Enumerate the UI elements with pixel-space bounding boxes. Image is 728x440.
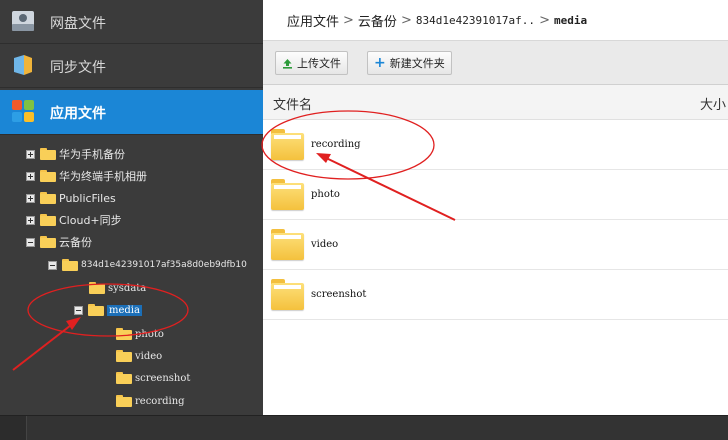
folder-icon bbox=[89, 282, 105, 294]
drive-icon bbox=[12, 11, 34, 31]
status-bar bbox=[0, 415, 728, 440]
upload-button[interactable]: 上传文件 bbox=[275, 51, 348, 75]
upload-label: 上传文件 bbox=[297, 57, 341, 70]
tree-item-media[interactable]: media bbox=[74, 300, 142, 320]
folder-icon bbox=[271, 279, 304, 310]
nav-label: 网盘文件 bbox=[50, 16, 106, 32]
table-header: 文件名 大小 bbox=[263, 85, 728, 120]
breadcrumb-current: media bbox=[553, 13, 588, 27]
file-name[interactable]: photo bbox=[311, 189, 340, 200]
nav-drive-files[interactable]: 网盘文件 bbox=[0, 0, 263, 44]
expand-icon[interactable] bbox=[26, 171, 35, 181]
folder-icon bbox=[116, 328, 132, 340]
folder-icon bbox=[40, 236, 56, 248]
breadcrumb-root[interactable]: 应用文件 bbox=[287, 11, 339, 30]
toolbar: 上传文件 + 新建文件夹 bbox=[263, 40, 728, 85]
expand-icon[interactable] bbox=[26, 149, 35, 159]
file-row-photo[interactable]: photo bbox=[263, 170, 728, 220]
file-name[interactable]: video bbox=[311, 239, 338, 250]
tree-item-video[interactable]: video bbox=[116, 346, 162, 366]
apps-icon bbox=[12, 100, 34, 122]
nav-app-files[interactable]: 应用文件 bbox=[0, 90, 263, 135]
folder-icon bbox=[271, 229, 304, 260]
expand-icon[interactable] bbox=[26, 215, 35, 225]
collapse-icon[interactable] bbox=[74, 305, 83, 315]
tree-item-publicfiles[interactable]: PublicFiles bbox=[26, 188, 116, 208]
breadcrumb-separator: > bbox=[343, 12, 354, 28]
breadcrumb-separator: > bbox=[539, 12, 550, 28]
tree-item-cloud-sync[interactable]: Cloud+同步 bbox=[26, 210, 122, 230]
tree-item-device-id[interactable]: 834d1e42391017af35a8d0eb9dfb10 bbox=[48, 255, 247, 275]
breadcrumb-device-id[interactable]: 834d1e42391017af.. bbox=[416, 14, 535, 27]
folder-icon bbox=[88, 304, 104, 316]
tree-item-cloud-backup[interactable]: 云备份 bbox=[26, 232, 92, 252]
tree-item-recording[interactable]: recording bbox=[116, 391, 185, 411]
folder-icon bbox=[40, 148, 56, 160]
nav-label: 同步文件 bbox=[50, 60, 106, 76]
status-bar-corner bbox=[0, 416, 27, 440]
expand-icon[interactable] bbox=[26, 193, 35, 203]
breadcrumb-separator: > bbox=[400, 12, 412, 28]
folder-icon bbox=[40, 214, 56, 226]
sidebar: 网盘文件 同步文件 应用文件 华为手机备份 华为终端手机相册 PublicFil… bbox=[0, 0, 263, 415]
plus-icon: + bbox=[374, 55, 386, 71]
new-folder-button[interactable]: + 新建文件夹 bbox=[367, 51, 452, 75]
breadcrumb: 应用文件 > 云备份 > 834d1e42391017af.. > media bbox=[263, 0, 728, 40]
folder-icon bbox=[271, 129, 304, 160]
collapse-icon[interactable] bbox=[26, 237, 35, 247]
new-folder-label: 新建文件夹 bbox=[389, 57, 445, 70]
upload-icon bbox=[283, 58, 292, 69]
folder-icon bbox=[40, 192, 56, 204]
file-row-screenshot[interactable]: screenshot bbox=[263, 270, 728, 320]
nav-sync-files[interactable]: 同步文件 bbox=[0, 44, 263, 88]
tree-item-huawei-album[interactable]: 华为终端手机相册 bbox=[26, 166, 147, 186]
folder-icon bbox=[271, 179, 304, 210]
tree-item-screenshot[interactable]: screenshot bbox=[116, 368, 190, 388]
tree-item-huawei-backup[interactable]: 华为手机备份 bbox=[26, 144, 125, 164]
file-name[interactable]: screenshot bbox=[311, 289, 366, 300]
column-header-name[interactable]: 文件名 bbox=[273, 94, 312, 113]
tree-item-sysdata[interactable]: sysdata bbox=[89, 278, 146, 298]
tree-item-photo[interactable]: photo bbox=[116, 324, 164, 344]
folder-icon bbox=[116, 395, 132, 407]
folder-icon bbox=[40, 170, 56, 182]
folder-icon bbox=[116, 372, 132, 384]
folder-icon bbox=[116, 350, 132, 362]
folder-icon bbox=[62, 259, 78, 271]
nav-label: 应用文件 bbox=[50, 106, 106, 122]
sync-icon bbox=[14, 55, 32, 75]
file-name[interactable]: recording bbox=[311, 139, 361, 150]
collapse-icon[interactable] bbox=[48, 260, 57, 270]
column-header-size[interactable]: 大小 bbox=[700, 94, 726, 113]
file-row-recording[interactable]: recording bbox=[263, 120, 728, 170]
breadcrumb-cloud-backup[interactable]: 云备份 bbox=[358, 11, 397, 30]
file-row-video[interactable]: video bbox=[263, 220, 728, 270]
